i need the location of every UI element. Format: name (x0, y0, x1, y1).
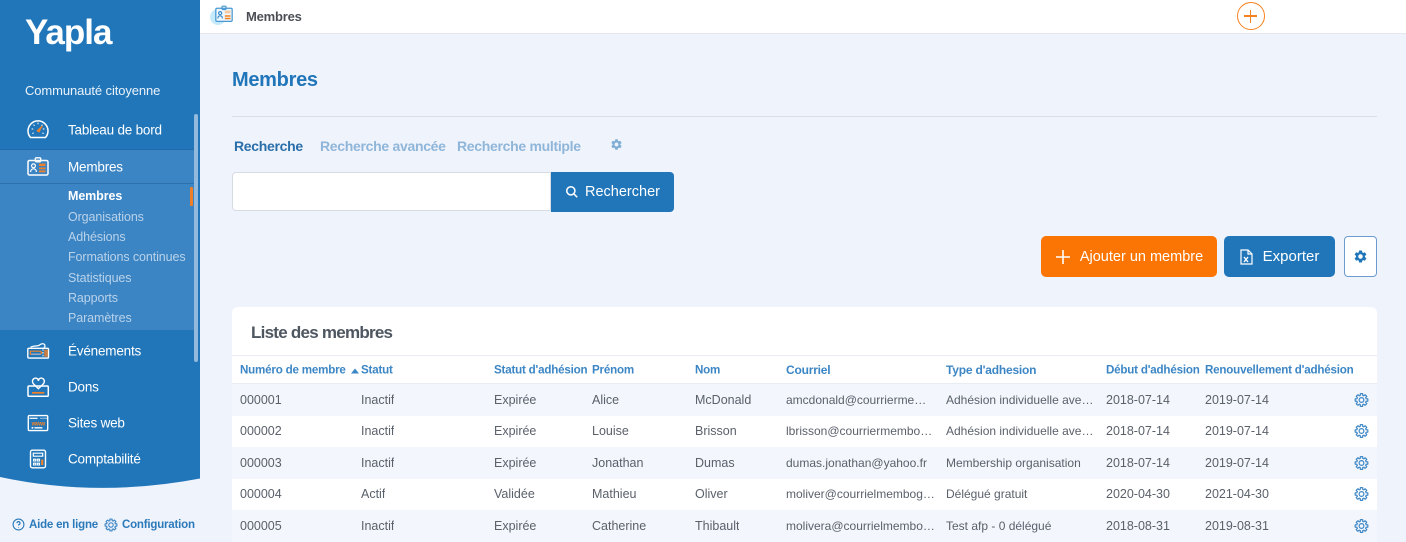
svg-text:www: www (31, 420, 46, 427)
